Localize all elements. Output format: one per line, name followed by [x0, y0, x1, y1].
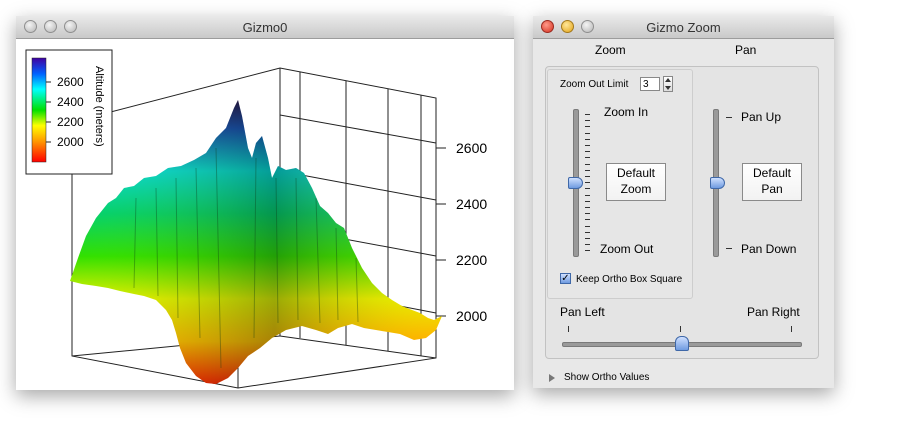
zoom-slider-tick	[585, 182, 590, 184]
z-axis: 2600 2400 2200 2000	[456, 140, 487, 324]
z-tick-label: 2600	[456, 140, 487, 156]
pan-right-label: Pan Right	[747, 305, 800, 319]
z-tick-label: 2400	[456, 196, 487, 212]
zoom-slider-tick	[585, 120, 590, 122]
gizmo-zoom-window: Gizmo Zoom Zoom Pan Zoom Out Limit 3 Zoo…	[533, 16, 834, 388]
zoom-slider-tick	[585, 145, 590, 146]
z-tick-label: 2000	[456, 308, 487, 324]
gizmo-titlebar: Gizmo0	[16, 16, 514, 39]
zoom-header: Zoom	[595, 43, 626, 57]
pan-horizontal-thumb[interactable]	[675, 336, 689, 351]
stepper-down-icon[interactable]	[665, 86, 671, 90]
zoom-slider-tick	[585, 176, 590, 177]
surface-plot[interactable]: 2600 2400 2200 2000 2600 2400 2200 2000 …	[16, 38, 514, 390]
zoom-slider-tick	[585, 231, 590, 233]
pan-vertical-thumb[interactable]	[710, 177, 725, 189]
zoom-in-label: Zoom In	[604, 105, 649, 119]
zoom-titlebar: Gizmo Zoom	[533, 16, 834, 39]
pan-header: Pan	[735, 43, 757, 57]
pan-left-label: Pan Left	[560, 305, 605, 319]
zoom-slider-tick	[585, 194, 590, 196]
pan-right-tick	[791, 326, 792, 332]
zoom-out-limit-input[interactable]: 3	[640, 77, 660, 91]
zoom-slider-tick	[585, 250, 590, 252]
stepper-up-icon[interactable]	[665, 78, 671, 82]
zoom-slider-tick	[585, 157, 590, 159]
default-zoom-button[interactable]: Default Zoom	[606, 163, 666, 201]
zoom-window-title: Gizmo Zoom	[646, 20, 721, 35]
zoom-out-limit-label: Zoom Out Limit	[560, 79, 629, 90]
zoom-slider-tick	[585, 213, 590, 215]
zoom-slider-tick	[585, 244, 590, 246]
z-tick-label: 2200	[456, 252, 487, 268]
pan-up-tick	[726, 117, 732, 118]
default-pan-button[interactable]: Default Pan	[742, 163, 802, 201]
gizmo-title: Gizmo0	[242, 20, 288, 35]
terrain-surface	[70, 100, 442, 384]
keep-ortho-checkbox[interactable]: ✓	[560, 273, 571, 284]
zoom-slider-tick	[585, 138, 590, 140]
zoom-slider-tick	[585, 169, 590, 171]
zoom-slider-tick	[585, 163, 590, 165]
colorbar-tick: 2400	[57, 95, 84, 109]
pan-center-tick	[680, 326, 681, 332]
zoom-slider-thumb[interactable]	[568, 177, 583, 189]
zoom-slider-tick	[585, 151, 590, 153]
disclosure-triangle-icon[interactable]	[549, 374, 555, 382]
gizmo-window: Gizmo0 2600 2400 2200 2000 2600 2400 220…	[16, 16, 514, 390]
pan-left-tick	[568, 326, 569, 332]
colorbar-label: Altitude (meters)	[93, 66, 105, 147]
keep-ortho-label: Keep Ortho Box Square	[576, 274, 683, 285]
zoom-slider-tick	[585, 219, 590, 221]
zoom-slider-tick	[585, 114, 590, 115]
show-ortho-label[interactable]: Show Ortho Values	[564, 372, 649, 383]
colorbar-tick: 2200	[57, 115, 84, 129]
zoom-slider-tick	[585, 132, 590, 134]
zoom-slider-tick	[585, 238, 590, 239]
zoom-out-limit-stepper[interactable]	[663, 76, 673, 92]
colorbar-legend: 2600 2400 2200 2000 Altitude (meters)	[25, 49, 113, 175]
zoom-slider-tick	[585, 126, 590, 128]
zoom-slider-tick	[585, 188, 590, 190]
zoom-out-label: Zoom Out	[600, 242, 654, 256]
colorbar-tick: 2600	[57, 75, 84, 89]
pan-down-label: Pan Down	[741, 242, 797, 256]
zoom-slider-tick	[585, 207, 590, 208]
colorbar-tick: 2000	[57, 135, 84, 149]
zoom-slider-tick	[585, 200, 590, 202]
pan-up-label: Pan Up	[741, 110, 782, 124]
zoom-slider-tick	[585, 225, 590, 227]
pan-down-tick	[726, 248, 732, 249]
